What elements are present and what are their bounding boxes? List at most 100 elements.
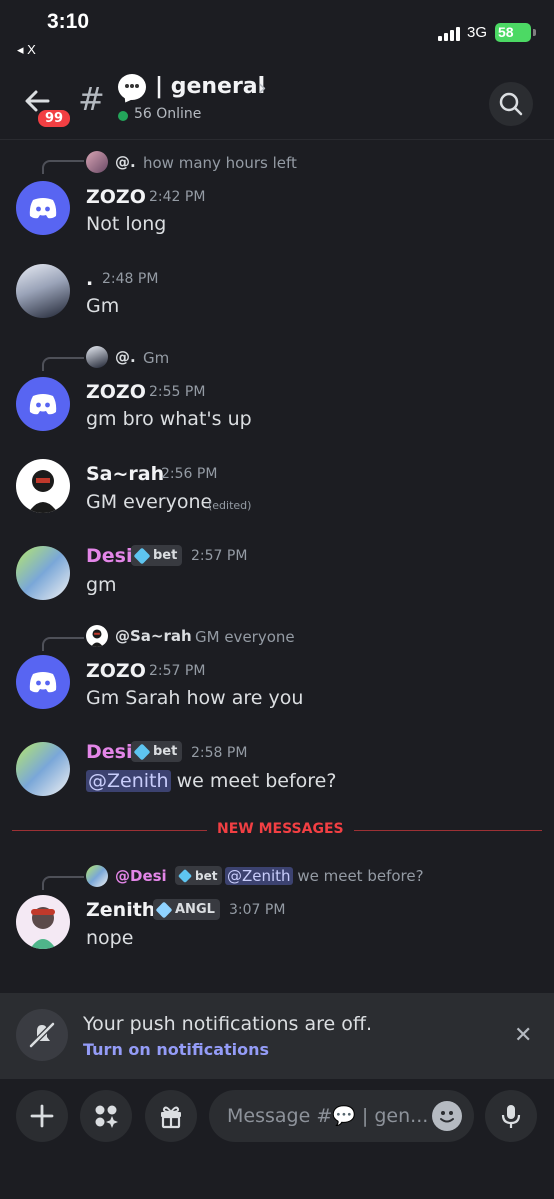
gem-icon <box>133 547 151 564</box>
avatar[interactable] <box>16 264 70 318</box>
signal-icon <box>438 25 460 41</box>
discord-logo-icon <box>29 394 57 415</box>
message-author[interactable]: Zenith <box>86 899 155 921</box>
message-timestamp: 2:57 PM <box>149 663 206 679</box>
reply-preview[interactable]: how many hours left <box>143 154 297 172</box>
message-author[interactable]: ZOZO <box>86 660 146 682</box>
notification-title: Your push notifications are off. <box>83 1013 372 1035</box>
reply-preview[interactable]: Gm <box>143 349 169 367</box>
avatar-image <box>28 470 58 513</box>
discord-logo-icon <box>29 198 57 219</box>
plus-icon <box>30 1104 54 1128</box>
online-status-icon <box>118 111 128 121</box>
apps-button[interactable] <box>80 1090 132 1142</box>
message-timestamp: 2:48 PM <box>102 271 159 287</box>
role-tag-label: ANGL <box>175 902 215 917</box>
message-text: @Zenith we meet before? <box>86 770 336 792</box>
avatar[interactable] <box>16 181 70 235</box>
status-bar: 3:10 ◂ X 3G 58 <box>0 0 554 62</box>
unread-badge: 99 <box>36 108 73 129</box>
gem-icon <box>177 868 193 883</box>
microphone-icon <box>501 1105 521 1128</box>
reply-avatar <box>86 346 108 368</box>
push-notification-banner: Your push notifications are off. Turn on… <box>0 993 554 1079</box>
message-timestamp: 3:07 PM <box>229 902 286 918</box>
gift-icon <box>161 1106 181 1129</box>
back-to-app-link[interactable]: ◂ X <box>17 42 36 58</box>
message-text: Gm <box>86 295 120 317</box>
reply-connector <box>42 637 84 651</box>
role-tag-label: bet <box>153 744 178 759</box>
message-author[interactable]: ZOZO <box>86 381 146 403</box>
reply-author[interactable]: @Desi <box>115 867 167 885</box>
network-type: 3G <box>467 24 488 41</box>
user-mention[interactable]: @Zenith <box>225 867 293 885</box>
reply-author[interactable]: @Sa~rah <box>115 627 192 645</box>
reply-avatar <box>86 151 108 173</box>
message-author[interactable]: ZOZO <box>86 186 146 208</box>
user-mention[interactable]: @Zenith <box>86 770 171 792</box>
gift-button[interactable] <box>145 1090 197 1142</box>
message-text: GM everyone <box>86 491 213 513</box>
avatar[interactable] <box>16 655 70 709</box>
role-tag: ANGL <box>153 899 220 920</box>
avatar[interactable] <box>16 742 70 796</box>
hash-icon: # <box>78 80 105 118</box>
add-attachment-button[interactable] <box>16 1090 68 1142</box>
reply-author[interactable]: @. <box>115 348 136 366</box>
avatar[interactable] <box>16 546 70 600</box>
message-author[interactable]: Desi <box>86 741 132 763</box>
reply-preview[interactable]: GM everyone <box>195 628 295 646</box>
message-author[interactable]: Sa~rah <box>86 463 164 485</box>
channel-header: 99 # | general › 56 Online <box>0 62 554 140</box>
apps-icon <box>95 1105 118 1128</box>
reply-preview[interactable]: @Zenith we meet before? <box>225 867 424 885</box>
message-timestamp: 2:56 PM <box>161 466 218 482</box>
message-author[interactable]: . <box>86 268 93 290</box>
role-tag: bet <box>131 545 183 566</box>
message-text-body: we meet before? <box>170 770 337 792</box>
message-timestamp: 2:55 PM <box>149 384 206 400</box>
reply-avatar <box>86 865 108 887</box>
message-timestamp: 2:58 PM <box>191 745 248 761</box>
message-text: Not long <box>86 213 167 235</box>
chevron-right-icon[interactable]: › <box>258 76 267 101</box>
reply-connector <box>42 160 84 174</box>
message-text: gm bro what's up <box>86 408 252 430</box>
avatar[interactable] <box>16 895 70 949</box>
reply-author[interactable]: @. <box>115 153 136 171</box>
discord-logo-icon <box>29 672 57 693</box>
online-count: 56 Online <box>134 106 202 122</box>
message-composer: Message #💬 | gen... <box>0 1079 554 1199</box>
reply-role-tag-label: bet <box>195 868 218 883</box>
reply-connector <box>42 876 84 890</box>
search-icon <box>499 92 523 116</box>
bell-off-icon <box>16 1009 68 1061</box>
message-timestamp: 2:42 PM <box>149 189 206 205</box>
message-timestamp: 2:57 PM <box>191 548 248 564</box>
status-time: 3:10 <box>47 10 90 33</box>
turn-on-notifications-link[interactable]: Turn on notifications <box>83 1040 269 1059</box>
avatar-image <box>30 907 56 949</box>
avatar[interactable] <box>16 377 70 431</box>
heart-icon <box>155 901 173 918</box>
speech-bubble-icon <box>118 74 146 100</box>
message-author[interactable]: Desi <box>86 545 132 567</box>
emoji-icon[interactable] <box>432 1101 462 1131</box>
voice-message-button[interactable] <box>485 1090 537 1142</box>
role-tag-label: bet <box>153 548 178 563</box>
role-tag: bet <box>131 741 183 762</box>
message-text: gm <box>86 574 117 596</box>
avatar[interactable] <box>16 459 70 513</box>
close-icon[interactable]: ✕ <box>514 1023 532 1048</box>
search-button[interactable] <box>489 82 533 126</box>
reply-preview-body: we meet before? <box>292 867 424 885</box>
new-messages-label: NEW MESSAGES <box>207 821 354 837</box>
battery-icon: 58 <box>495 23 536 42</box>
channel-name[interactable]: | general <box>155 74 265 99</box>
gem-icon <box>133 743 151 760</box>
edited-label: (edited) <box>208 499 252 512</box>
reply-role-tag: bet <box>175 866 223 885</box>
message-text: Gm Sarah how are you <box>86 687 304 709</box>
reply-connector <box>42 357 84 371</box>
